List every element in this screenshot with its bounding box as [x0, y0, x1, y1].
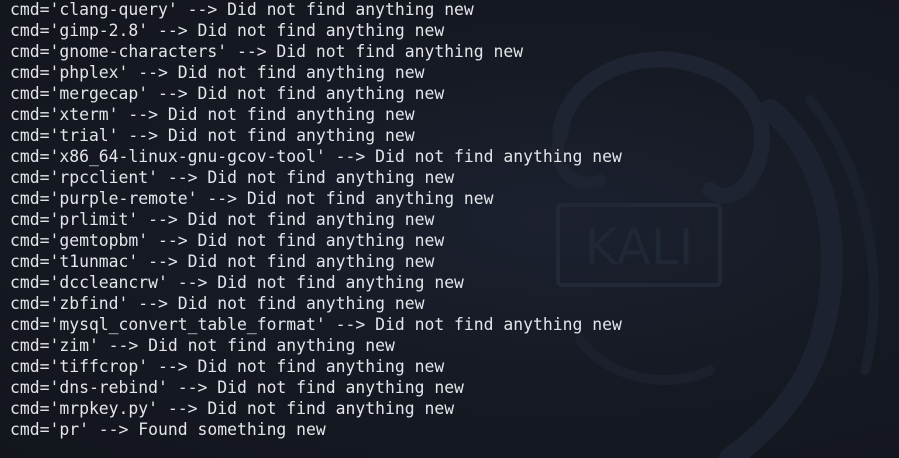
output-line: cmd='zim' --> Did not find anything new	[10, 336, 395, 355]
output-line: cmd='gemtopbm' --> Did not find anything…	[10, 231, 445, 250]
output-line: cmd='dccleancrw' --> Did not find anythi…	[10, 273, 464, 292]
output-line: cmd='t1unmac' --> Did not find anything …	[10, 252, 435, 271]
output-line: cmd='prlimit' --> Did not find anything …	[10, 210, 435, 229]
output-line: cmd='trial' --> Did not find anything ne…	[10, 126, 415, 145]
output-line: cmd='tiffcrop' --> Did not find anything…	[10, 357, 445, 376]
output-line: cmd='phplex' --> Did not find anything n…	[10, 63, 425, 82]
output-line: cmd='rpcclient' --> Did not find anythin…	[10, 168, 455, 187]
terminal-window[interactable]: KALI cmd='clang-query' --> Did not find …	[0, 0, 899, 458]
output-line: cmd='mysql_convert_table_format' --> Did…	[10, 315, 622, 334]
output-line: cmd='pr' --> Found something new	[10, 420, 326, 439]
output-line: cmd='xterm' --> Did not find anything ne…	[10, 105, 415, 124]
output-line: cmd='zbfind' --> Did not find anything n…	[10, 294, 425, 313]
output-line: cmd='mergecap' --> Did not find anything…	[10, 84, 445, 103]
output-line: cmd='clang-query' --> Did not find anyth…	[10, 0, 474, 19]
output-line: cmd='x86_64-linux-gnu-gcov-tool' --> Did…	[10, 147, 622, 166]
output-line: cmd='purple-remote' --> Did not find any…	[10, 189, 494, 208]
output-line: cmd='mrpkey.py' --> Did not find anythin…	[10, 399, 455, 418]
output-line: cmd='gnome-characters' --> Did not find …	[10, 42, 524, 61]
output-line: cmd='dns-rebind' --> Did not find anythi…	[10, 378, 464, 397]
output-line: cmd='gimp-2.8' --> Did not find anything…	[10, 21, 445, 40]
terminal-output: cmd='clang-query' --> Did not find anyth…	[10, 0, 622, 440]
